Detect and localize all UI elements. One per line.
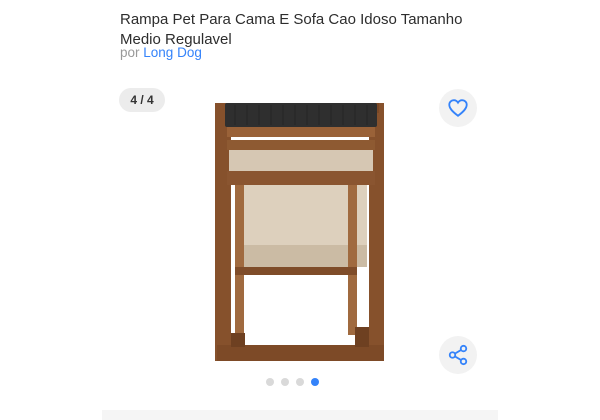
ramp-pad xyxy=(225,103,377,127)
ramp-fabric-upper xyxy=(229,150,373,171)
seller-link[interactable]: Long Dog xyxy=(143,45,202,60)
ramp-slat-3 xyxy=(227,171,375,185)
ramp-base xyxy=(217,345,384,361)
product-title: Rampa Pet Para Cama E Sofa Cao Idoso Tam… xyxy=(120,11,463,48)
product-image[interactable] xyxy=(205,95,395,370)
favorite-button[interactable] xyxy=(439,89,477,127)
bottom-divider xyxy=(102,410,498,420)
image-counter: 4 / 4 xyxy=(119,88,165,112)
ramp-leg-left xyxy=(235,185,244,335)
ramp-slat-2 xyxy=(227,140,375,150)
carousel-dot-active[interactable] xyxy=(311,378,319,386)
ramp-slat-1 xyxy=(227,127,375,137)
carousel-dot[interactable] xyxy=(296,378,304,386)
carousel-dot[interactable] xyxy=(281,378,289,386)
share-icon xyxy=(448,344,468,366)
carousel-dot[interactable] xyxy=(266,378,274,386)
heart-outline-icon xyxy=(448,99,468,117)
ramp-leg-right xyxy=(348,185,357,335)
seller-line: por Long Dog xyxy=(120,45,202,60)
seller-prefix: por xyxy=(120,45,140,60)
share-button[interactable] xyxy=(439,336,477,374)
ramp-crossbar xyxy=(235,267,357,275)
carousel-dots xyxy=(266,378,319,386)
